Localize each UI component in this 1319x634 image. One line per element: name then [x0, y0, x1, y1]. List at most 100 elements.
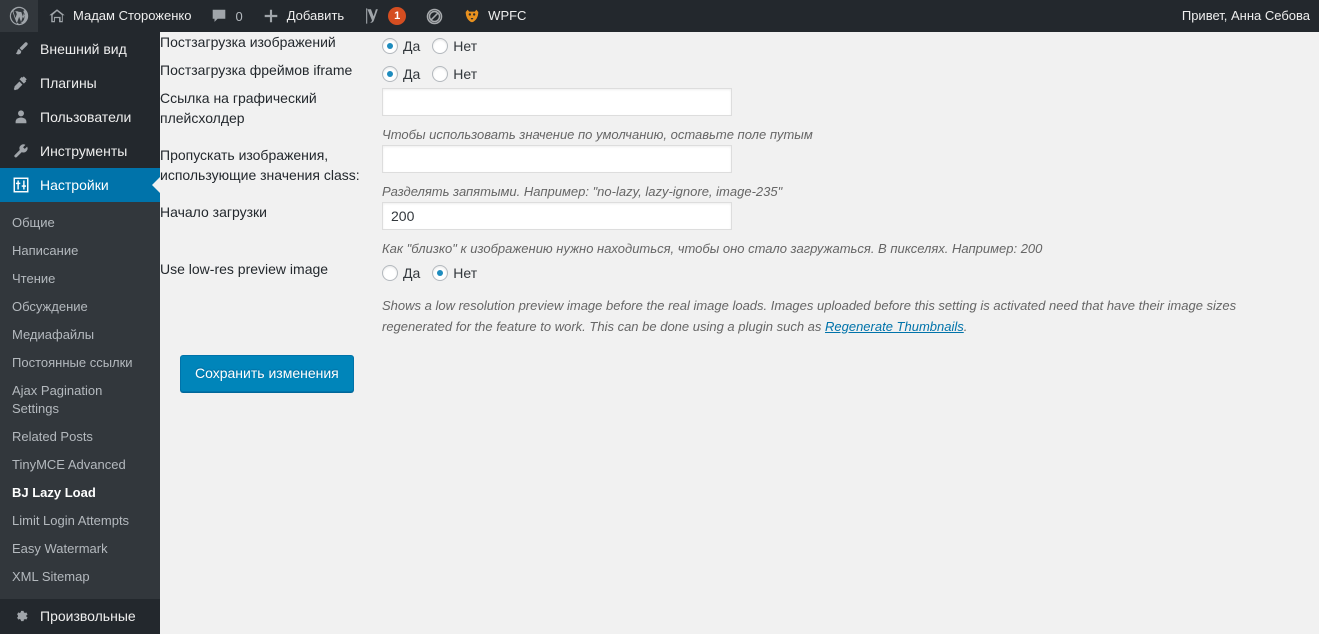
table-row: Ссылка на графический плейсхолдер Чтобы … [160, 88, 1319, 145]
field-label-lowres-preview: Use low-res preview image [160, 261, 329, 278]
save-changes-button[interactable]: Сохранить изменения [180, 354, 354, 392]
field-description: Разделять запятыми. Например: "no-lazy, … [382, 184, 783, 200]
radio-option-yes[interactable]: Да [382, 66, 420, 82]
sidebar-item-tools[interactable]: Инструменты [0, 134, 160, 168]
radio-group-lowres-preview: Да Нет [382, 259, 1319, 287]
wpfc-menu[interactable]: WPFC [453, 0, 535, 32]
radio-label: Да [403, 38, 421, 54]
comments-count: 0 [235, 8, 243, 24]
tools-wrench-icon [11, 141, 31, 161]
adblock-menu[interactable] [415, 0, 453, 32]
table-row: Постзагрузка изображений Да Нет [160, 32, 1319, 60]
sidebar-item-settings[interactable]: Настройки [0, 168, 160, 202]
main-content: Постзагрузка изображений Да Нет Постзагр… [160, 32, 1319, 634]
home-icon [47, 6, 67, 26]
comments-menu[interactable]: 0 [200, 0, 251, 32]
settings-table: Постзагрузка изображений Да Нет Постзагр… [160, 32, 1319, 337]
sidebar-item-plugins[interactable]: Плагины [0, 66, 160, 100]
radio-button[interactable] [382, 265, 398, 282]
sidebar-subitem-bj-lazy-load[interactable]: BJ Lazy Load [0, 479, 160, 507]
radio-button[interactable] [382, 66, 398, 82]
field-control: Чтобы использовать значение по умолчанию… [382, 88, 1319, 145]
radio-option-no[interactable]: Нет [432, 265, 478, 282]
description-text-after: . [963, 318, 968, 334]
yoast-notification-badge: 1 [388, 7, 407, 25]
sidebar-subitem-xml-sitemap[interactable]: XML Sitemap [0, 563, 160, 591]
radio-label: Нет [453, 265, 478, 282]
field-control: Разделять запятыми. Например: "no-lazy, … [382, 145, 1319, 202]
regenerate-thumbnails-link[interactable]: Regenerate Thumbnails [825, 319, 964, 334]
sidebar-subitem-related-posts[interactable]: Related Posts [0, 423, 160, 451]
sidebar-subitem-reading[interactable]: Чтение [0, 265, 160, 293]
field-control: Да Нет Shows a low resolution preview im… [382, 259, 1319, 336]
wordpress-logo-icon [9, 6, 29, 26]
table-row: Пропускать изображения, использующие зна… [160, 145, 1319, 202]
radio-label: Нет [453, 66, 478, 82]
sidebar-item-custom[interactable]: Произвольные [0, 599, 160, 633]
table-row: Use low-res preview image Да Нет Shows a… [160, 259, 1319, 336]
field-description: Shows a low resolution preview image bef… [382, 296, 1292, 336]
field-control: Да Нет [382, 60, 1319, 88]
field-label-skip-classes: Пропускать изображения, использующие зна… [160, 147, 360, 184]
radio-label: Да [403, 265, 421, 282]
my-account-menu[interactable]: Привет, Анна Себова [1173, 0, 1319, 32]
wp-logo-menu[interactable] [0, 0, 38, 32]
radio-group-lazyload-iframes: Да Нет [382, 60, 1319, 88]
wpfc-tiger-icon [462, 6, 482, 26]
sidebar-subitem-permalinks[interactable]: Постоянные ссылки [0, 349, 160, 377]
admin-bar: Мадам Стороженко 0 Добавить 1 WPFC Приве… [0, 0, 1319, 32]
radio-option-no[interactable]: Нет [432, 66, 477, 82]
table-row: Начало загрузки Как "близко" к изображен… [160, 202, 1319, 259]
gear-icon [11, 606, 31, 626]
users-person-icon [11, 107, 31, 127]
submit-area: Сохранить изменения [160, 337, 1319, 392]
sidebar-item-label: Инструменты [40, 143, 128, 159]
description-text-before: Shows a low resolution preview image bef… [382, 298, 1237, 334]
site-name-menu[interactable]: Мадам Стороженко [38, 0, 200, 32]
field-description: Чтобы использовать значение по умолчанию… [382, 127, 813, 142]
field-control: Как "близко" к изображению нужно находит… [382, 202, 1319, 259]
admin-sidebar-menu: Внешний вид Плагины Пользователи Инструм… [0, 32, 160, 634]
site-name-label: Мадам Стороженко [73, 8, 192, 23]
radio-option-yes[interactable]: Да [382, 38, 420, 54]
sidebar-subitem-writing[interactable]: Написание [0, 237, 160, 265]
field-label-threshold: Начало загрузки [160, 204, 267, 221]
sidebar-subitem-general[interactable]: Общие [0, 209, 160, 237]
sidebar-item-appearance[interactable]: Внешний вид [0, 32, 160, 66]
table-row: Постзагрузка фреймов iframe Да Нет [160, 60, 1319, 88]
sidebar-subitem-media[interactable]: Медиафайлы [0, 321, 160, 349]
skip-classes-input[interactable] [382, 145, 732, 174]
comment-bubble-icon [209, 6, 229, 26]
sidebar-subitem-easy-watermark[interactable]: Easy Watermark [0, 535, 160, 563]
yoast-seo-menu[interactable]: 1 [353, 0, 415, 32]
circle-slash-icon [424, 6, 444, 26]
plus-icon [261, 6, 281, 26]
settings-submenu: Общие Написание Чтение Обсуждение Медиаф… [0, 202, 160, 599]
appearance-brush-icon [11, 39, 31, 59]
field-label-placeholder-url: Ссылка на графический плейсхолдер [160, 90, 317, 127]
field-label-lazyload-iframes: Постзагрузка фреймов iframe [160, 62, 353, 78]
radio-option-no[interactable]: Нет [432, 38, 477, 54]
sidebar-subitem-tinymce-advanced[interactable]: TinyMCE Advanced [0, 451, 160, 479]
sidebar-item-users[interactable]: Пользователи [0, 100, 160, 134]
new-content-menu[interactable]: Добавить [252, 0, 353, 32]
sidebar-subitem-ajax-pagination[interactable]: Ajax Pagination Settings [0, 377, 160, 423]
radio-button[interactable] [432, 66, 449, 82]
sidebar-subitem-limit-login-attempts[interactable]: Limit Login Attempts [0, 507, 160, 535]
radio-button[interactable] [432, 38, 449, 54]
sidebar-item-label: Пользователи [40, 109, 132, 125]
radio-button[interactable] [382, 38, 398, 54]
plugins-plug-icon [11, 73, 31, 93]
radio-group-lazyload-images: Да Нет [382, 32, 1319, 60]
yoast-seo-icon [362, 6, 382, 26]
radio-option-yes[interactable]: Да [382, 265, 421, 282]
placeholder-url-input[interactable] [382, 88, 732, 116]
sidebar-item-label: Произвольные [40, 608, 136, 624]
sidebar-subitem-discussion[interactable]: Обсуждение [0, 293, 160, 321]
radio-button[interactable] [432, 265, 449, 282]
radio-label: Да [403, 66, 421, 82]
sidebar-item-label: Настройки [40, 177, 109, 193]
sidebar-item-label: Внешний вид [40, 41, 127, 57]
threshold-input[interactable] [382, 202, 732, 231]
greeting-label: Привет, Анна Себова [1181, 8, 1310, 23]
